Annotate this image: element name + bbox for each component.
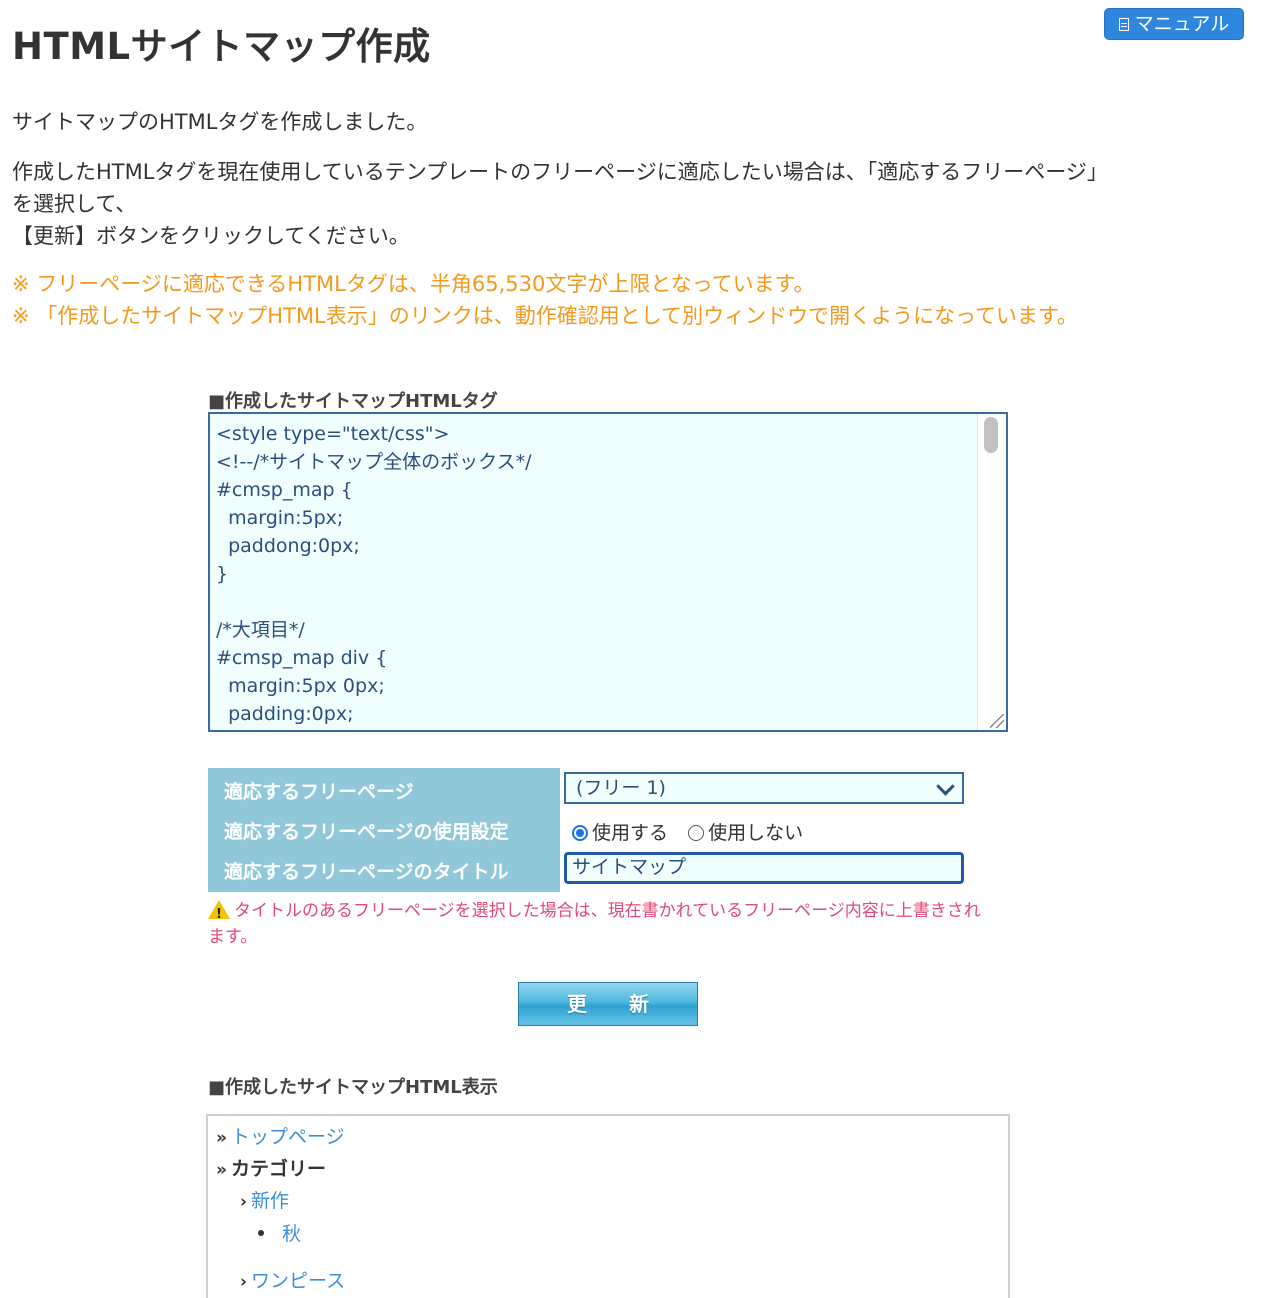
settings-label-column: 適応するフリーページ 適応するフリーページの使用設定 適応するフリーページのタイ… <box>208 768 560 892</box>
list-item: › 新作 <box>240 1186 289 1213</box>
radio-use[interactable] <box>572 825 588 841</box>
resize-grip-icon[interactable] <box>990 714 1004 728</box>
list-item: » カテゴリー <box>216 1154 326 1181</box>
link-new[interactable]: 新作 <box>251 1190 289 1212</box>
preview-section-heading: ■作成したサイトマップHTML表示 <box>208 1077 498 1098</box>
update-button[interactable]: 更新 <box>518 982 698 1026</box>
code-section-heading: ■作成したサイトマップHTMLタグ <box>208 391 498 412</box>
code-lines: <style type="text/css"> <!--/*サイトマップ全体のボ… <box>210 414 1006 728</box>
radio-not-use-label[interactable]: 使用しない <box>708 822 803 844</box>
warning-text-2: ます。 <box>208 927 258 947</box>
code-line: #cmsp_map div { <box>216 647 388 669</box>
code-line: margin:5px 0px; <box>216 675 385 697</box>
free-page-title-value: サイトマップ <box>572 856 687 878</box>
free-page-select-value: (フリー 1) <box>576 777 666 799</box>
link-autumn[interactable]: 秋 <box>282 1223 301 1245</box>
list-item: › ワンピース <box>240 1266 345 1293</box>
double-chevron-icon: » <box>216 1160 227 1180</box>
code-line: <style type="text/css"> <box>216 423 450 445</box>
label-title: 適応するフリーページのタイトル <box>224 861 509 883</box>
chevron-down-icon <box>936 777 955 796</box>
code-line: paddong:0px; <box>216 535 360 557</box>
double-chevron-icon: » <box>216 1128 227 1148</box>
intro-text-2: 作成したHTMLタグを現在使用しているテンプレートのフリーページに適応したい場合… <box>12 160 1108 184</box>
page-title: HTMLサイトマップ作成 <box>12 25 431 68</box>
code-line: padding:0px; <box>216 703 354 725</box>
manual-button-label: マニュアル <box>1134 13 1230 35</box>
free-page-settings: 適応するフリーページ 適応するフリーページの使用設定 適応するフリーページのタイ… <box>208 768 1008 892</box>
bullet-icon <box>258 1230 264 1236</box>
warning-text-1: タイトルのあるフリーページを選択した場合は、現在書かれているフリーページ内容に上… <box>234 901 981 921</box>
intro-text-3: を選択して、 <box>12 192 137 216</box>
page: HTMLサイトマップ作成 マニュアル サイトマップのHTMLタグを作成しました。… <box>0 0 1274 1298</box>
list-item: » トップページ <box>216 1122 345 1149</box>
link-onepiece[interactable]: ワンピース <box>251 1270 345 1292</box>
code-line: /*大項目*/ <box>216 619 305 641</box>
html-code-textarea[interactable]: <style type="text/css"> <!--/*サイトマップ全体のボ… <box>208 412 1008 732</box>
chevron-right-icon: › <box>240 1272 248 1292</box>
note-char-limit: ※ フリーページに適応できるHTMLタグは、半角65,530文字が上限となってい… <box>12 272 815 296</box>
overwrite-warning: タイトルのあるフリーページを選択した場合は、現在書かれているフリーページ内容に上… <box>208 898 1018 950</box>
link-top-page[interactable]: トップページ <box>231 1126 345 1148</box>
code-line: <!--/*サイトマップ全体のボックス*/ <box>216 451 532 473</box>
code-scrollbar[interactable] <box>977 414 1006 730</box>
warning-icon <box>208 900 230 928</box>
code-line: } <box>216 563 229 585</box>
label-usage: 適応するフリーページの使用設定 <box>224 821 509 843</box>
code-line: #cmsp_map { <box>216 479 353 501</box>
label-free-page: 適応するフリーページ <box>224 781 414 803</box>
document-icon <box>1118 18 1129 31</box>
manual-button[interactable]: マニュアル <box>1104 8 1244 40</box>
radio-not-use[interactable] <box>688 825 705 841</box>
intro-text-1: サイトマップのHTMLタグを作成しました。 <box>12 110 428 134</box>
radio-use-label[interactable]: 使用する <box>592 822 668 844</box>
sitemap-preview: » トップページ » カテゴリー › 新作 秋 › ワンピース <box>206 1114 1010 1298</box>
code-scrollbar-thumb[interactable] <box>984 417 998 453</box>
chevron-right-icon: › <box>240 1192 248 1212</box>
list-item: 秋 <box>258 1219 301 1246</box>
code-line: margin:5px; <box>216 507 344 529</box>
free-page-select[interactable]: (フリー 1) <box>564 772 964 804</box>
usage-radio-group: 使用する 使用しない <box>572 818 817 845</box>
category-heading: カテゴリー <box>230 1158 326 1180</box>
intro-text-4: 【更新】ボタンをクリックしてください。 <box>12 224 410 248</box>
note-new-window: ※ 「作成したサイトマップHTML表示」のリンクは、動作確認用として別ウィンドウ… <box>12 304 1078 328</box>
free-page-title-input[interactable]: サイトマップ <box>564 852 964 884</box>
